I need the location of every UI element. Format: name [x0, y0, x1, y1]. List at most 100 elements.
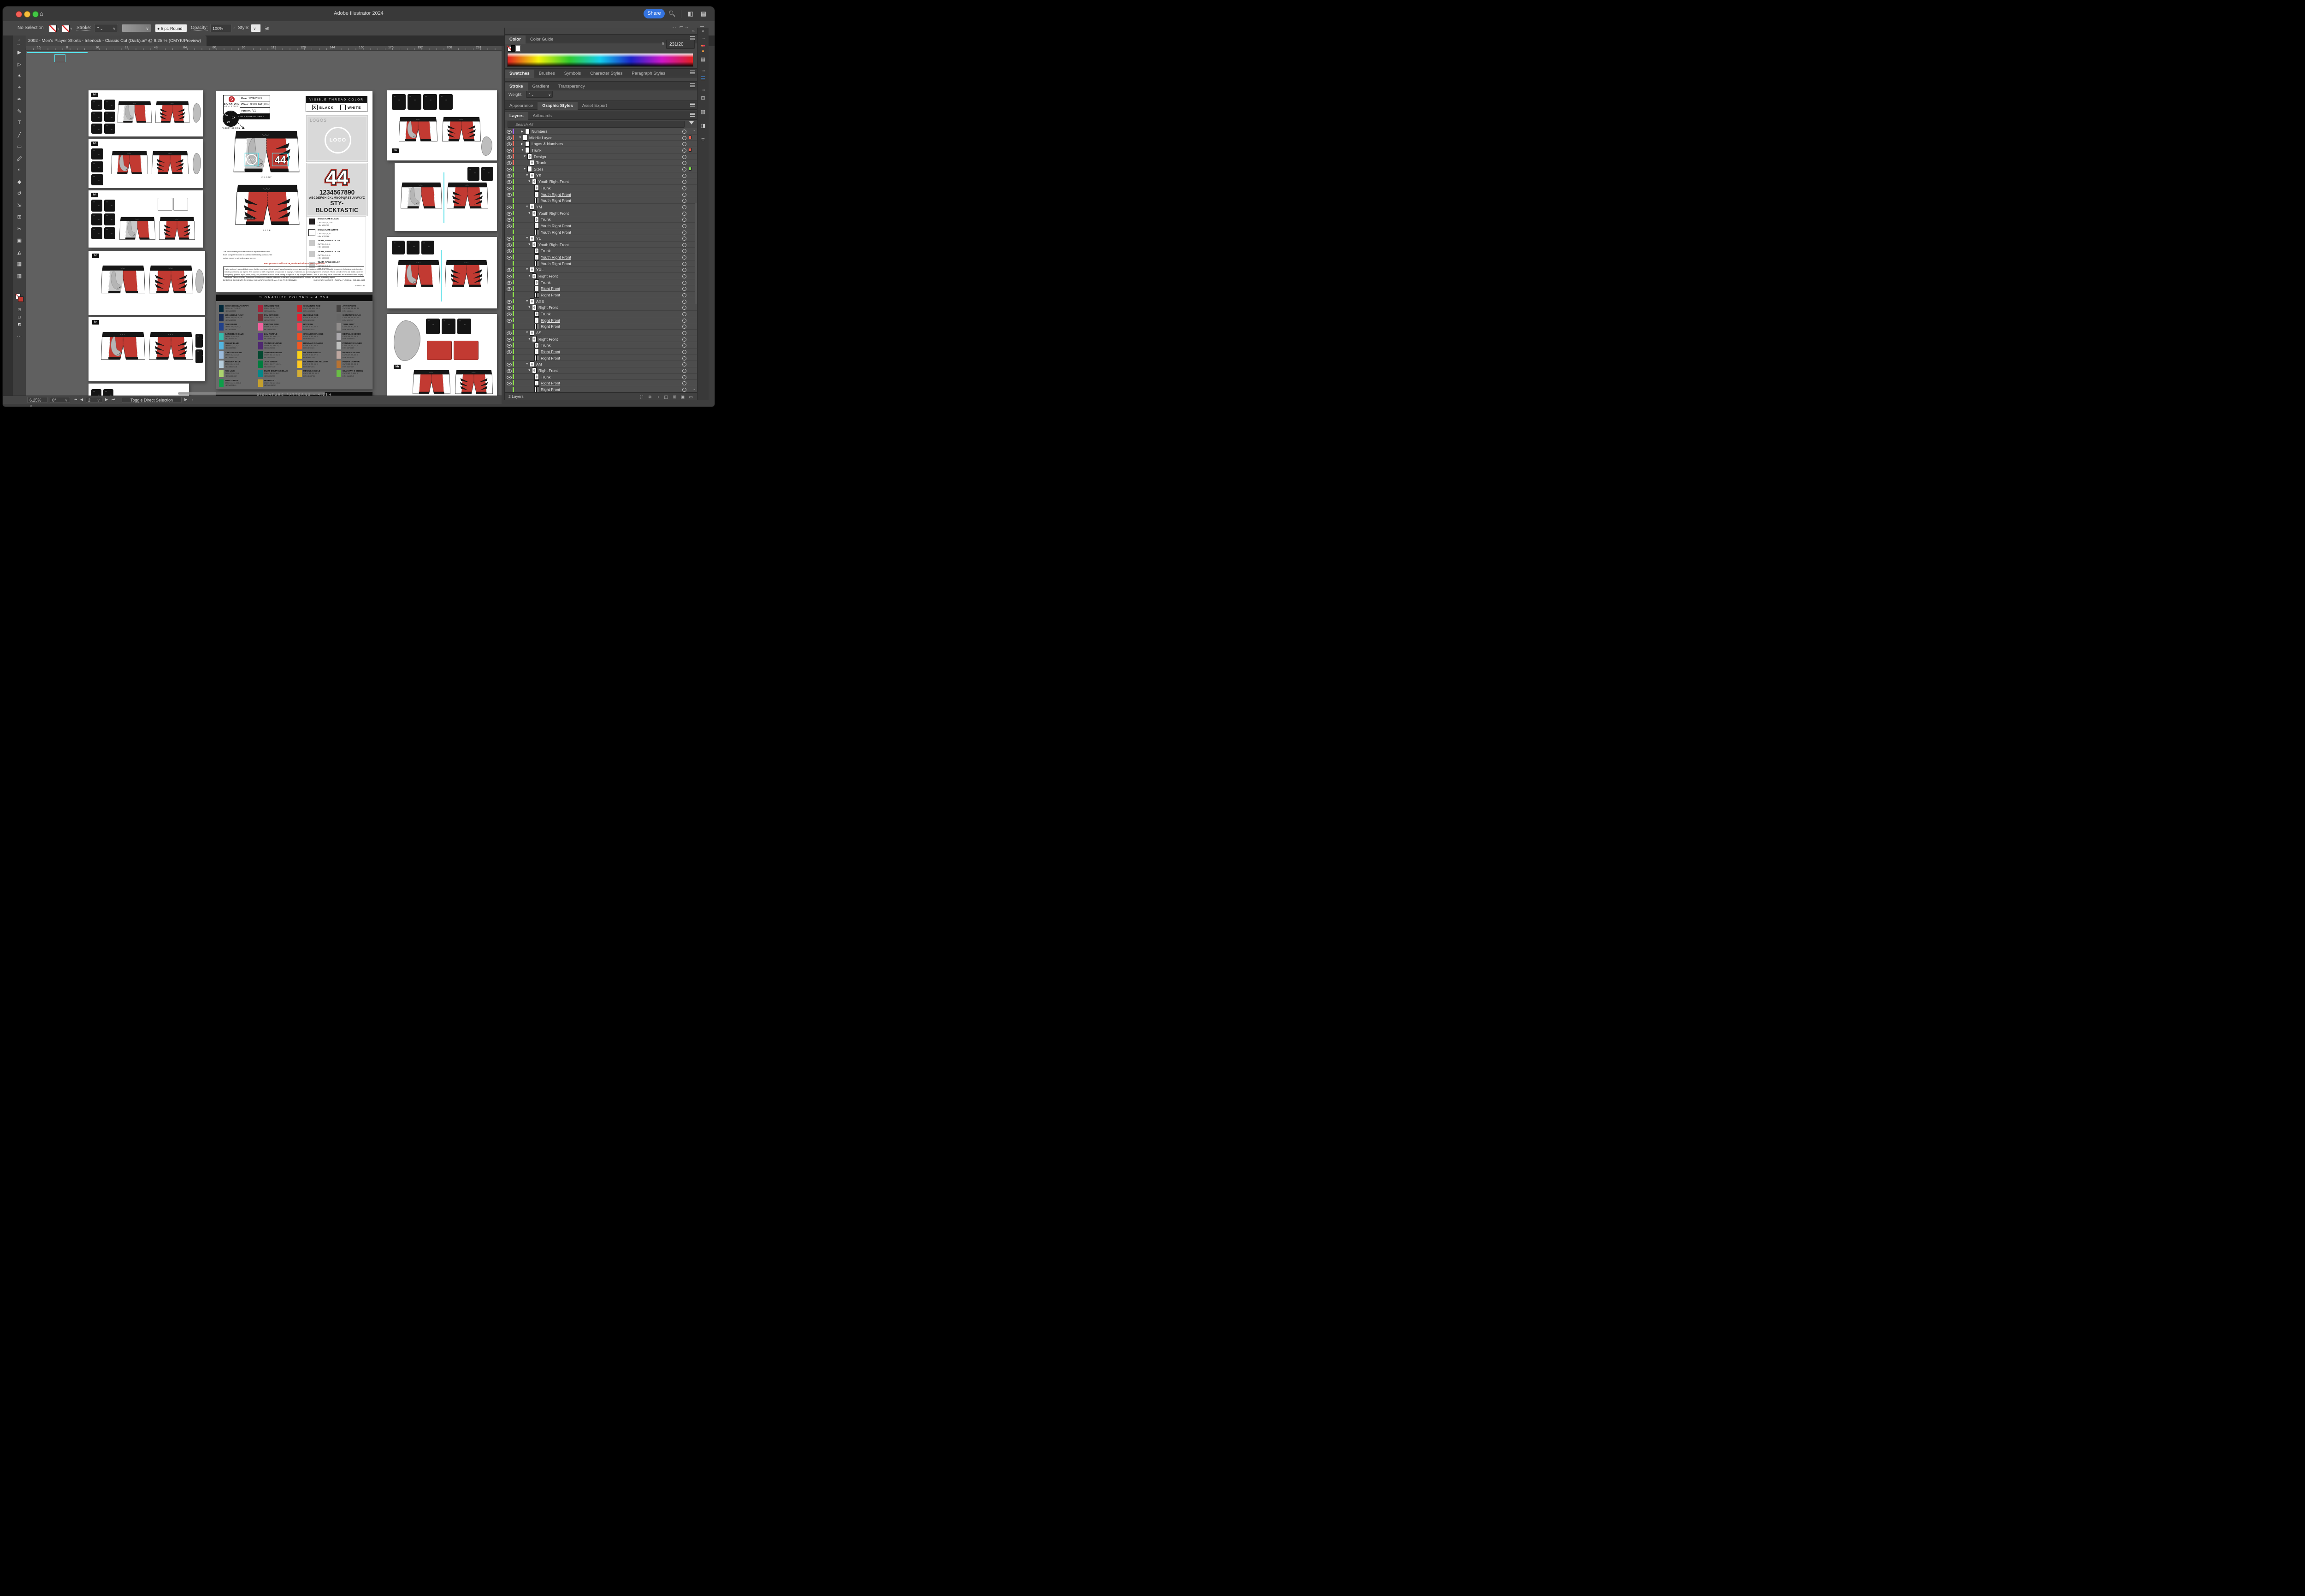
- layer-thumbnail[interactable]: [532, 211, 536, 216]
- layer-row[interactable]: ▶Logos & Numbers: [505, 141, 697, 147]
- prev-artboard-icon[interactable]: ◀: [80, 397, 83, 402]
- layer-row[interactable]: Trunk: [505, 185, 697, 191]
- target-circle-icon[interactable]: [682, 212, 686, 216]
- layer-thumbnail[interactable]: [535, 349, 538, 354]
- layer-row[interactable]: Trunk: [505, 342, 697, 349]
- layer-thumbnail[interactable]: [535, 230, 538, 235]
- layer-thumbnail[interactable]: [535, 312, 538, 317]
- visibility-eye-icon[interactable]: [507, 319, 512, 323]
- brush-definition-select[interactable]: ∨: [122, 24, 151, 32]
- layer-name[interactable]: Sizes: [534, 167, 544, 171]
- layer-thumbnail[interactable]: [530, 160, 534, 166]
- opacity-expand-icon[interactable]: ›: [233, 25, 235, 30]
- layer-thumbnail[interactable]: [535, 355, 538, 361]
- target-circle-icon[interactable]: [682, 300, 686, 304]
- target-circle-icon[interactable]: [682, 262, 686, 266]
- layer-name[interactable]: Design: [534, 154, 546, 159]
- layer-row[interactable]: ▼ Right Front: [505, 273, 697, 279]
- layer-row[interactable]: ▶Numbers: [505, 128, 697, 135]
- layer-thumbnail[interactable]: [530, 299, 534, 304]
- visibility-eye-icon[interactable]: [507, 369, 512, 373]
- layer-row[interactable]: ▼Right Front: [505, 367, 697, 374]
- target-circle-icon[interactable]: [682, 350, 686, 354]
- layer-thumbnail[interactable]: [535, 374, 538, 379]
- layer-name[interactable]: Right Front: [541, 356, 560, 361]
- disclosure-open-icon[interactable]: ▼: [526, 236, 528, 240]
- target-circle-icon[interactable]: [682, 142, 686, 146]
- tab-character-styles[interactable]: Character Styles: [585, 70, 627, 78]
- layer-thumbnail[interactable]: [535, 286, 538, 291]
- visibility-eye-icon[interactable]: [507, 344, 512, 348]
- visibility-eye-icon[interactable]: [507, 243, 512, 247]
- tab-asset-export[interactable]: Asset Export: [578, 102, 612, 110]
- layer-row[interactable]: Youth Right Front: [505, 229, 697, 236]
- asset-export-icon[interactable]: ▦: [697, 109, 709, 115]
- layer-name[interactable]: Trunk: [541, 343, 550, 348]
- layer-name[interactable]: YS: [536, 173, 541, 178]
- disclosure-open-icon[interactable]: ▼: [526, 331, 528, 334]
- tab-color-guide[interactable]: Color Guide: [526, 35, 558, 44]
- search-icon[interactable]: 🔍︎: [668, 10, 676, 18]
- visibility-eye-icon[interactable]: [507, 237, 512, 241]
- artboard-mini-2[interactable]: hh: [89, 139, 203, 188]
- disclosure-open-icon[interactable]: ▼: [526, 205, 528, 208]
- layer-row[interactable]: ▼AM: [505, 361, 697, 367]
- panel-fill-stroke-indicator[interactable]: [508, 45, 520, 53]
- lasso-tool[interactable]: ⌖: [13, 85, 26, 91]
- target-circle-icon[interactable]: [682, 130, 686, 134]
- visibility-eye-icon[interactable]: [507, 155, 512, 159]
- rectangle-tool[interactable]: ▭: [13, 143, 26, 149]
- rotate-tool[interactable]: ↺: [13, 190, 26, 196]
- layer-thumbnail[interactable]: [532, 179, 536, 184]
- layer-thumbnail[interactable]: [535, 217, 538, 222]
- layer-thumbnail[interactable]: [532, 274, 536, 279]
- layer-thumbnail[interactable]: [535, 318, 538, 323]
- layer-row[interactable]: Trunk: [505, 216, 697, 223]
- layer-row[interactable]: Right Front: [505, 349, 697, 355]
- layer-thumbnail[interactable]: [535, 223, 538, 228]
- workspace-layout-icon[interactable]: ◧: [688, 10, 693, 18]
- next-artboard-icon[interactable]: ▶: [105, 397, 108, 402]
- target-circle-icon[interactable]: [682, 167, 686, 171]
- layer-name[interactable]: Right Front: [538, 305, 558, 310]
- visibility-eye-icon[interactable]: [507, 193, 512, 197]
- layer-row[interactable]: Youth Right Front: [505, 254, 697, 260]
- layer-row[interactable]: ▼Youth Right Front: [505, 178, 697, 185]
- layer-thumbnail[interactable]: [526, 129, 529, 134]
- layer-row[interactable]: ▼YXL: [505, 266, 697, 273]
- layer-thumbnail[interactable]: [532, 368, 536, 373]
- visibility-eye-icon[interactable]: [507, 382, 512, 385]
- layers-quick-icon[interactable]: ☰: [697, 76, 709, 82]
- target-circle-icon[interactable]: [682, 369, 686, 373]
- target-circle-icon[interactable]: [682, 174, 686, 178]
- target-circle-icon[interactable]: [682, 231, 686, 235]
- layer-row[interactable]: Trunk: [505, 279, 697, 286]
- layer-name[interactable]: Youth Right Front: [541, 255, 571, 260]
- tab-appearance[interactable]: Appearance: [505, 102, 538, 110]
- layer-thumbnail[interactable]: [535, 261, 538, 266]
- disclosure-open-icon[interactable]: ▼: [523, 155, 526, 158]
- layer-thumbnail[interactable]: [530, 173, 534, 178]
- target-circle-icon[interactable]: [682, 218, 686, 222]
- layer-name[interactable]: AM: [536, 362, 542, 366]
- visibility-eye-icon[interactable]: [507, 174, 512, 178]
- layer-name[interactable]: Trunk: [541, 248, 550, 253]
- layer-thumbnail[interactable]: [535, 381, 538, 386]
- panel-menu-icon[interactable]: [690, 83, 695, 87]
- layer-row[interactable]: Youth Right Front: [505, 260, 697, 267]
- canvas-vertical-scrollbar[interactable]: [498, 221, 501, 239]
- visibility-eye-icon[interactable]: [507, 363, 512, 366]
- layer-row[interactable]: ▼Right Front: [505, 304, 697, 311]
- toolbar-expand-icon[interactable]: »: [13, 37, 26, 41]
- layer-row[interactable]: Right Front: [505, 386, 697, 393]
- locate-object-icon[interactable]: ⌕: [657, 393, 660, 401]
- panel-menu-icon[interactable]: [690, 113, 695, 117]
- layer-thumbnail[interactable]: [532, 242, 536, 247]
- disclosure-open-icon[interactable]: ▼: [528, 274, 531, 278]
- visibility-eye-icon[interactable]: [507, 256, 512, 260]
- layer-row[interactable]: ▼Right Front: [505, 336, 697, 343]
- visibility-eye-icon[interactable]: [507, 281, 512, 285]
- first-artboard-icon[interactable]: ⏮: [74, 397, 77, 402]
- layer-row[interactable]: ▼Trunk: [505, 147, 697, 154]
- layer-name[interactable]: Right Front: [538, 274, 558, 278]
